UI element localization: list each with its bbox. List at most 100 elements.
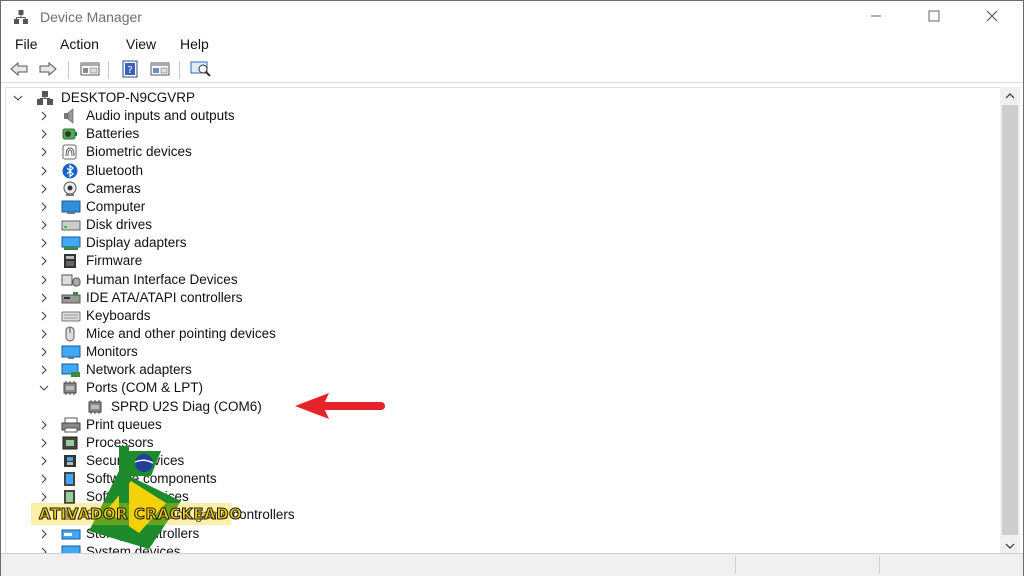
device-manager-window: Device Manager File Action View Help ? D… — [0, 0, 1024, 576]
title-bar[interactable]: Device Manager — [1, 1, 1023, 33]
scroll-down-button[interactable] — [1000, 537, 1020, 553]
chevron-right-icon[interactable] — [39, 238, 49, 248]
fingerprint-icon — [61, 144, 79, 160]
chevron-right-icon[interactable] — [39, 184, 49, 194]
tree-category-item[interactable]: Monitors — [6, 343, 1000, 361]
tree-item-label: DESKTOP-N9CGVRP — [61, 90, 196, 105]
tree-category-item[interactable]: Human Interface Devices — [6, 271, 1000, 289]
chevron-right-icon[interactable] — [39, 166, 49, 176]
chevron-down-icon[interactable] — [13, 93, 23, 103]
update-driver-button[interactable] — [149, 59, 171, 81]
hid-icon — [61, 272, 81, 288]
device-manager-app-icon — [13, 9, 29, 25]
tree-category-item[interactable]: Disk drives — [6, 216, 1000, 234]
maximize-button[interactable] — [905, 1, 963, 33]
chevron-right-icon[interactable] — [39, 329, 49, 339]
properties-button[interactable]: ? — [119, 59, 141, 81]
back-button[interactable] — [8, 59, 30, 81]
tree-category-item[interactable]: Network adapters — [6, 361, 1000, 379]
chevron-right-icon[interactable] — [39, 111, 49, 121]
tree-category-item[interactable]: Mice and other pointing devices — [6, 325, 1000, 343]
network-adapter-icon — [61, 362, 80, 378]
red-pointer-arrow-icon — [295, 393, 385, 419]
chevron-right-icon[interactable] — [39, 147, 49, 157]
scrollbar-thumb[interactable] — [1002, 105, 1018, 535]
menu-help[interactable]: Help — [180, 36, 209, 52]
chevron-right-icon[interactable] — [39, 129, 49, 139]
tree-item-label: Print queues — [86, 416, 162, 432]
root-computer-icon — [35, 90, 53, 106]
chevron-right-icon[interactable] — [39, 293, 49, 303]
tree-item-label: Keyboards — [86, 307, 151, 323]
close-button[interactable] — [963, 1, 1021, 33]
tree-category-item[interactable]: Display adapters — [6, 234, 1000, 252]
speaker-icon — [61, 108, 79, 124]
chevron-right-icon[interactable] — [39, 256, 49, 266]
chevron-right-icon[interactable] — [39, 311, 49, 321]
vertical-scrollbar[interactable] — [1000, 87, 1020, 553]
scroll-up-button[interactable] — [1000, 87, 1020, 103]
minimize-button[interactable] — [847, 1, 905, 33]
chevron-down-icon[interactable] — [39, 383, 49, 393]
tree-category-item[interactable]: Firmware — [6, 252, 1000, 270]
menu-bar: File Action View Help — [1, 33, 1023, 55]
tree-item-label: Human Interface Devices — [86, 271, 238, 287]
tree-category-item[interactable]: Biometric devices — [6, 143, 1000, 161]
tree-category-item[interactable]: Bluetooth — [6, 162, 1000, 180]
forward-button[interactable] — [37, 59, 59, 81]
tree-category-item[interactable]: Print queues — [6, 416, 1000, 434]
tree-category-item[interactable]: Cameras — [6, 180, 1000, 198]
tree-category-item[interactable]: Ports (COM & LPT) — [6, 379, 1000, 397]
chevron-right-icon[interactable] — [39, 347, 49, 357]
mouse-icon — [61, 326, 79, 342]
tree-root-computer[interactable]: DESKTOP-N9CGVRP — [6, 89, 1000, 107]
tree-item-label: Network adapters — [86, 362, 192, 378]
forward-arrow-icon — [38, 61, 58, 80]
menu-action[interactable]: Action — [60, 36, 99, 52]
minimize-icon — [870, 10, 882, 25]
computer-icon — [61, 199, 81, 215]
tree-item-label: Mice and other pointing devices — [86, 325, 276, 341]
tree-item-label: Ports (COM & LPT) — [86, 380, 204, 396]
tree-item-label: Monitors — [86, 344, 138, 360]
chevron-right-icon[interactable] — [39, 420, 49, 430]
chevron-right-icon[interactable] — [39, 220, 49, 230]
tree-item-label: Cameras — [86, 180, 141, 196]
watermark-logo: ATIVADOR CRACKEADO — [31, 441, 242, 551]
menu-view[interactable]: View — [126, 36, 156, 52]
tree-category-item[interactable]: Audio inputs and outputs — [6, 107, 1000, 125]
toolbar: ? — [1, 57, 1023, 83]
menu-file[interactable]: File — [15, 36, 38, 52]
tree-item-label: SPRD U2S Diag (COM6) — [111, 398, 262, 414]
monitor-icon — [61, 344, 81, 360]
watermark-text: ATIVADOR CRACKEADO — [38, 505, 243, 524]
port-icon — [61, 380, 79, 396]
status-bar-divider — [879, 556, 880, 574]
tree-device-item[interactable]: SPRD U2S Diag (COM6) — [6, 398, 1000, 416]
toolbar-separator — [108, 61, 109, 79]
scan-hardware-icon — [190, 60, 212, 81]
toolbar-separator — [179, 61, 180, 79]
show-hide-console-tree-button[interactable] — [79, 59, 101, 81]
status-bar — [1, 553, 1023, 576]
chevron-right-icon[interactable] — [39, 365, 49, 375]
tree-item-label: Disk drives — [86, 217, 153, 233]
disk-drive-icon — [61, 217, 81, 233]
tree-item-label: IDE ATA/ATAPI controllers — [86, 289, 243, 305]
tree-category-item[interactable]: Keyboards — [6, 307, 1000, 325]
chevron-right-icon[interactable] — [39, 275, 49, 285]
tree-item-label: Batteries — [86, 126, 140, 142]
camera-icon — [61, 181, 79, 197]
chevron-up-icon — [1005, 88, 1015, 103]
tree-category-item[interactable]: IDE ATA/ATAPI controllers — [6, 289, 1000, 307]
chevron-right-icon[interactable] — [39, 202, 49, 212]
maximize-icon — [928, 10, 940, 25]
tree-item-label: Firmware — [86, 253, 143, 269]
tree-category-item[interactable]: Batteries — [6, 125, 1000, 143]
tree-item-label: Bluetooth — [86, 162, 144, 178]
chevron-down-icon — [1005, 538, 1015, 553]
tree-item-label: Audio inputs and outputs — [86, 108, 235, 124]
tree-category-item[interactable]: Computer — [6, 198, 1000, 216]
scan-hardware-button[interactable] — [190, 59, 212, 81]
ide-controller-icon — [61, 290, 81, 306]
